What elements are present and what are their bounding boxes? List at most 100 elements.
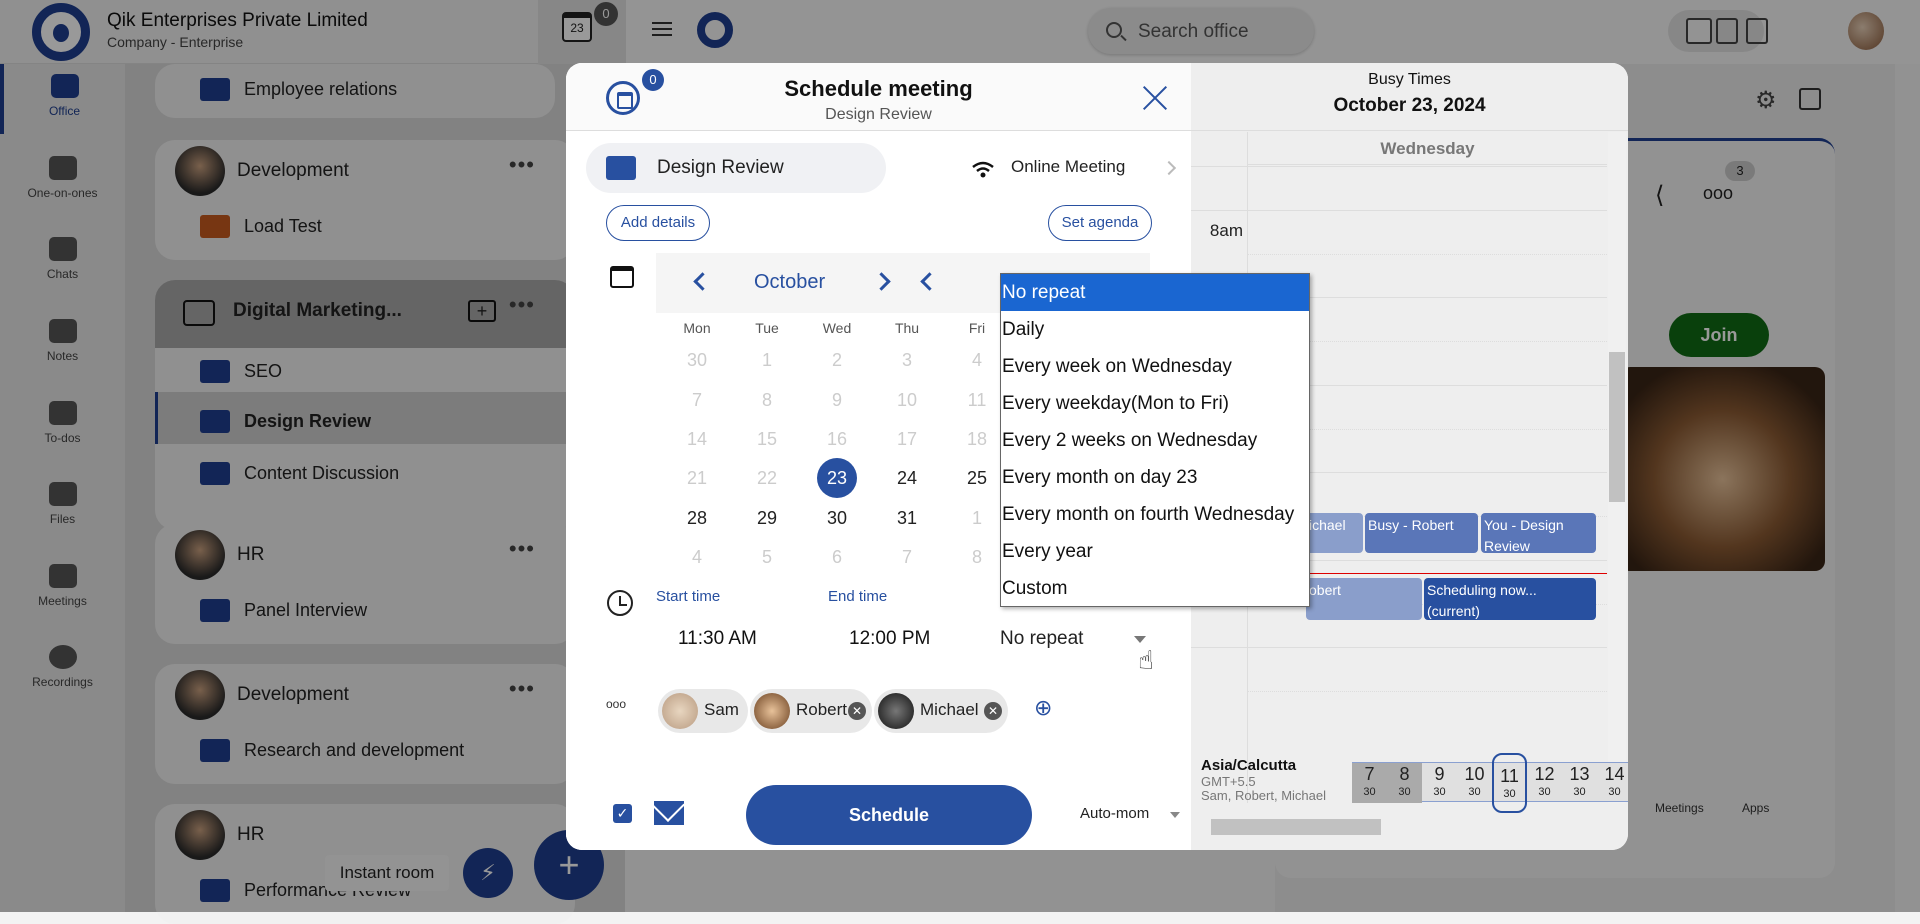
- repeat-option[interactable]: Every weekday(Mon to Fri): [1001, 385, 1309, 422]
- calendar-day[interactable]: 28: [677, 498, 717, 538]
- attendees-icon: ooo: [606, 697, 627, 711]
- calendar-day: 14: [686, 429, 708, 449]
- weekday-mon: Mon: [683, 320, 711, 336]
- attendee-name: Robert: [796, 700, 848, 719]
- event-scheduling-now[interactable]: Scheduling now... (current): [1424, 578, 1596, 620]
- calendar-day: 1: [761, 350, 772, 370]
- end-time-value[interactable]: 12:00 PM: [849, 628, 930, 650]
- repeat-option[interactable]: No repeat: [1001, 274, 1309, 311]
- scroll-thumb[interactable]: [1211, 819, 1381, 835]
- hour-slot[interactable]: 12 30: [1527, 763, 1562, 803]
- color-swatch[interactable]: [606, 156, 636, 180]
- weekday-wed: Wed: [822, 320, 852, 336]
- repeat-option[interactable]: Every month on day 23: [1001, 459, 1309, 496]
- modal-title: Schedule meeting: [784, 76, 973, 101]
- hour-slot[interactable]: 11 30: [1492, 753, 1527, 813]
- auto-mom-select[interactable]: Auto-mom: [1080, 805, 1149, 822]
- hand-cursor-icon: ☝: [1138, 645, 1154, 675]
- repeat-option[interactable]: Every year: [1001, 533, 1309, 570]
- vertical-scrollbar[interactable]: [1608, 132, 1626, 803]
- event-you-design-review[interactable]: You - Design Review: [1481, 513, 1596, 553]
- hour-slot[interactable]: 10 30: [1457, 763, 1492, 803]
- calendar-day: 9: [831, 390, 842, 410]
- email-notify-checkbox[interactable]: ✓: [613, 804, 632, 823]
- avatar: [754, 693, 790, 729]
- calendar-day[interactable]: 31: [887, 498, 927, 538]
- repeat-option[interactable]: Every week on Wednesday: [1001, 348, 1309, 385]
- hour-slot[interactable]: 8 30: [1387, 763, 1422, 803]
- hour-label-8am: 8am: [1209, 221, 1243, 240]
- calendar-day: 17: [896, 429, 918, 449]
- weekday-header: Wednesday: [1248, 132, 1607, 165]
- calendar-picker-icon: [610, 266, 634, 288]
- hour-slot[interactable]: 9 30: [1422, 763, 1457, 803]
- calendar-day: 8: [971, 547, 982, 567]
- repeat-select[interactable]: No repeat: [1000, 628, 1083, 650]
- attendee-name: Sam: [704, 700, 739, 719]
- attendee-chip-robert: Robert ✕: [750, 689, 872, 733]
- calendar-day: 5: [761, 547, 772, 567]
- busy-times-title: Busy Times: [1368, 71, 1451, 88]
- scroll-thumb[interactable]: [1609, 352, 1625, 502]
- avatar: [878, 693, 914, 729]
- add-details-button[interactable]: Add details: [606, 205, 710, 241]
- timezone-name: Asia/Calcutta: [1201, 757, 1297, 774]
- busy-times-date: October 23, 2024: [1333, 95, 1486, 116]
- calendar-day[interactable]: 23: [817, 458, 857, 498]
- repeat-option[interactable]: Every 2 weeks on Wednesday: [1001, 422, 1309, 459]
- attendee-chip-michael: Michael ✕: [874, 689, 1008, 733]
- hour-slot[interactable]: 13 30: [1562, 763, 1597, 803]
- set-agenda-button[interactable]: Set agenda: [1048, 205, 1152, 241]
- calendar-day: 21: [686, 468, 708, 488]
- event-busy-michael[interactable]: ichael: [1306, 513, 1363, 553]
- modal-header: 0 Schedule meeting Design Review: [566, 63, 1191, 131]
- close-icon[interactable]: [1142, 85, 1168, 111]
- calendar-day: 10: [896, 390, 918, 410]
- busy-times-header: Busy Times October 23, 2024: [1191, 63, 1628, 131]
- month-label: October: [754, 271, 826, 293]
- repeat-option[interactable]: Custom: [1001, 570, 1309, 607]
- calendar-day: 2: [831, 350, 842, 370]
- weekday-fri: Fri: [968, 320, 986, 336]
- remove-attendee-icon[interactable]: ✕: [984, 702, 1002, 720]
- end-time-label: End time: [828, 588, 888, 605]
- add-attendee-icon[interactable]: ⊕: [1034, 695, 1062, 723]
- horizontal-scrollbar[interactable]: [1191, 815, 1628, 835]
- start-time-value[interactable]: 11:30 AM: [678, 628, 757, 650]
- mail-icon: [654, 801, 684, 825]
- modal-subtitle: Design Review: [825, 106, 932, 123]
- avatar: [662, 693, 698, 729]
- calendar-day: 4: [691, 547, 702, 567]
- calendar-day: 30: [686, 350, 708, 370]
- timezone-offset: GMT+5.5: [1201, 774, 1256, 789]
- calendar-day: 1: [971, 508, 982, 528]
- timezone-people: Sam, Robert, Michael: [1201, 788, 1326, 803]
- hour-slot[interactable]: 14 30: [1597, 763, 1628, 803]
- repeat-option[interactable]: Every month on fourth Wednesday: [1001, 496, 1309, 533]
- attendee-name: Michael: [920, 700, 979, 719]
- clock-icon: [607, 590, 633, 616]
- meeting-name-field[interactable]: Design Review: [586, 143, 886, 193]
- hour-slot[interactable]: 7 30: [1352, 763, 1387, 803]
- calendar-day: 11: [967, 390, 987, 410]
- calendar-day: 4: [971, 350, 982, 370]
- calendar-day: 6: [831, 547, 842, 567]
- event-busy-robert[interactable]: Busy - Robert: [1365, 513, 1478, 553]
- calendar-day: 15: [756, 429, 778, 449]
- calendar-day: 8: [761, 390, 772, 410]
- wifi-icon: [972, 161, 994, 178]
- calendar-day[interactable]: 24: [887, 458, 927, 498]
- remove-attendee-icon[interactable]: ✕: [848, 702, 866, 720]
- auto-mom-caret[interactable]: [1170, 812, 1180, 818]
- event-busy-robert-2[interactable]: obert: [1306, 578, 1422, 620]
- weekday-thu: Thu: [894, 320, 920, 336]
- meeting-type[interactable]: Online Meeting: [1011, 157, 1125, 177]
- chevron-right-icon[interactable]: [1161, 160, 1177, 176]
- repeat-dropdown-caret[interactable]: [1134, 636, 1146, 643]
- calendar-day[interactable]: 25: [957, 458, 997, 498]
- repeat-option[interactable]: Daily: [1001, 311, 1309, 348]
- calendar-day[interactable]: 30: [817, 498, 857, 538]
- schedule-button[interactable]: Schedule: [746, 785, 1032, 845]
- calendar-day[interactable]: 29: [747, 498, 787, 538]
- calendar-day: 22: [756, 468, 778, 488]
